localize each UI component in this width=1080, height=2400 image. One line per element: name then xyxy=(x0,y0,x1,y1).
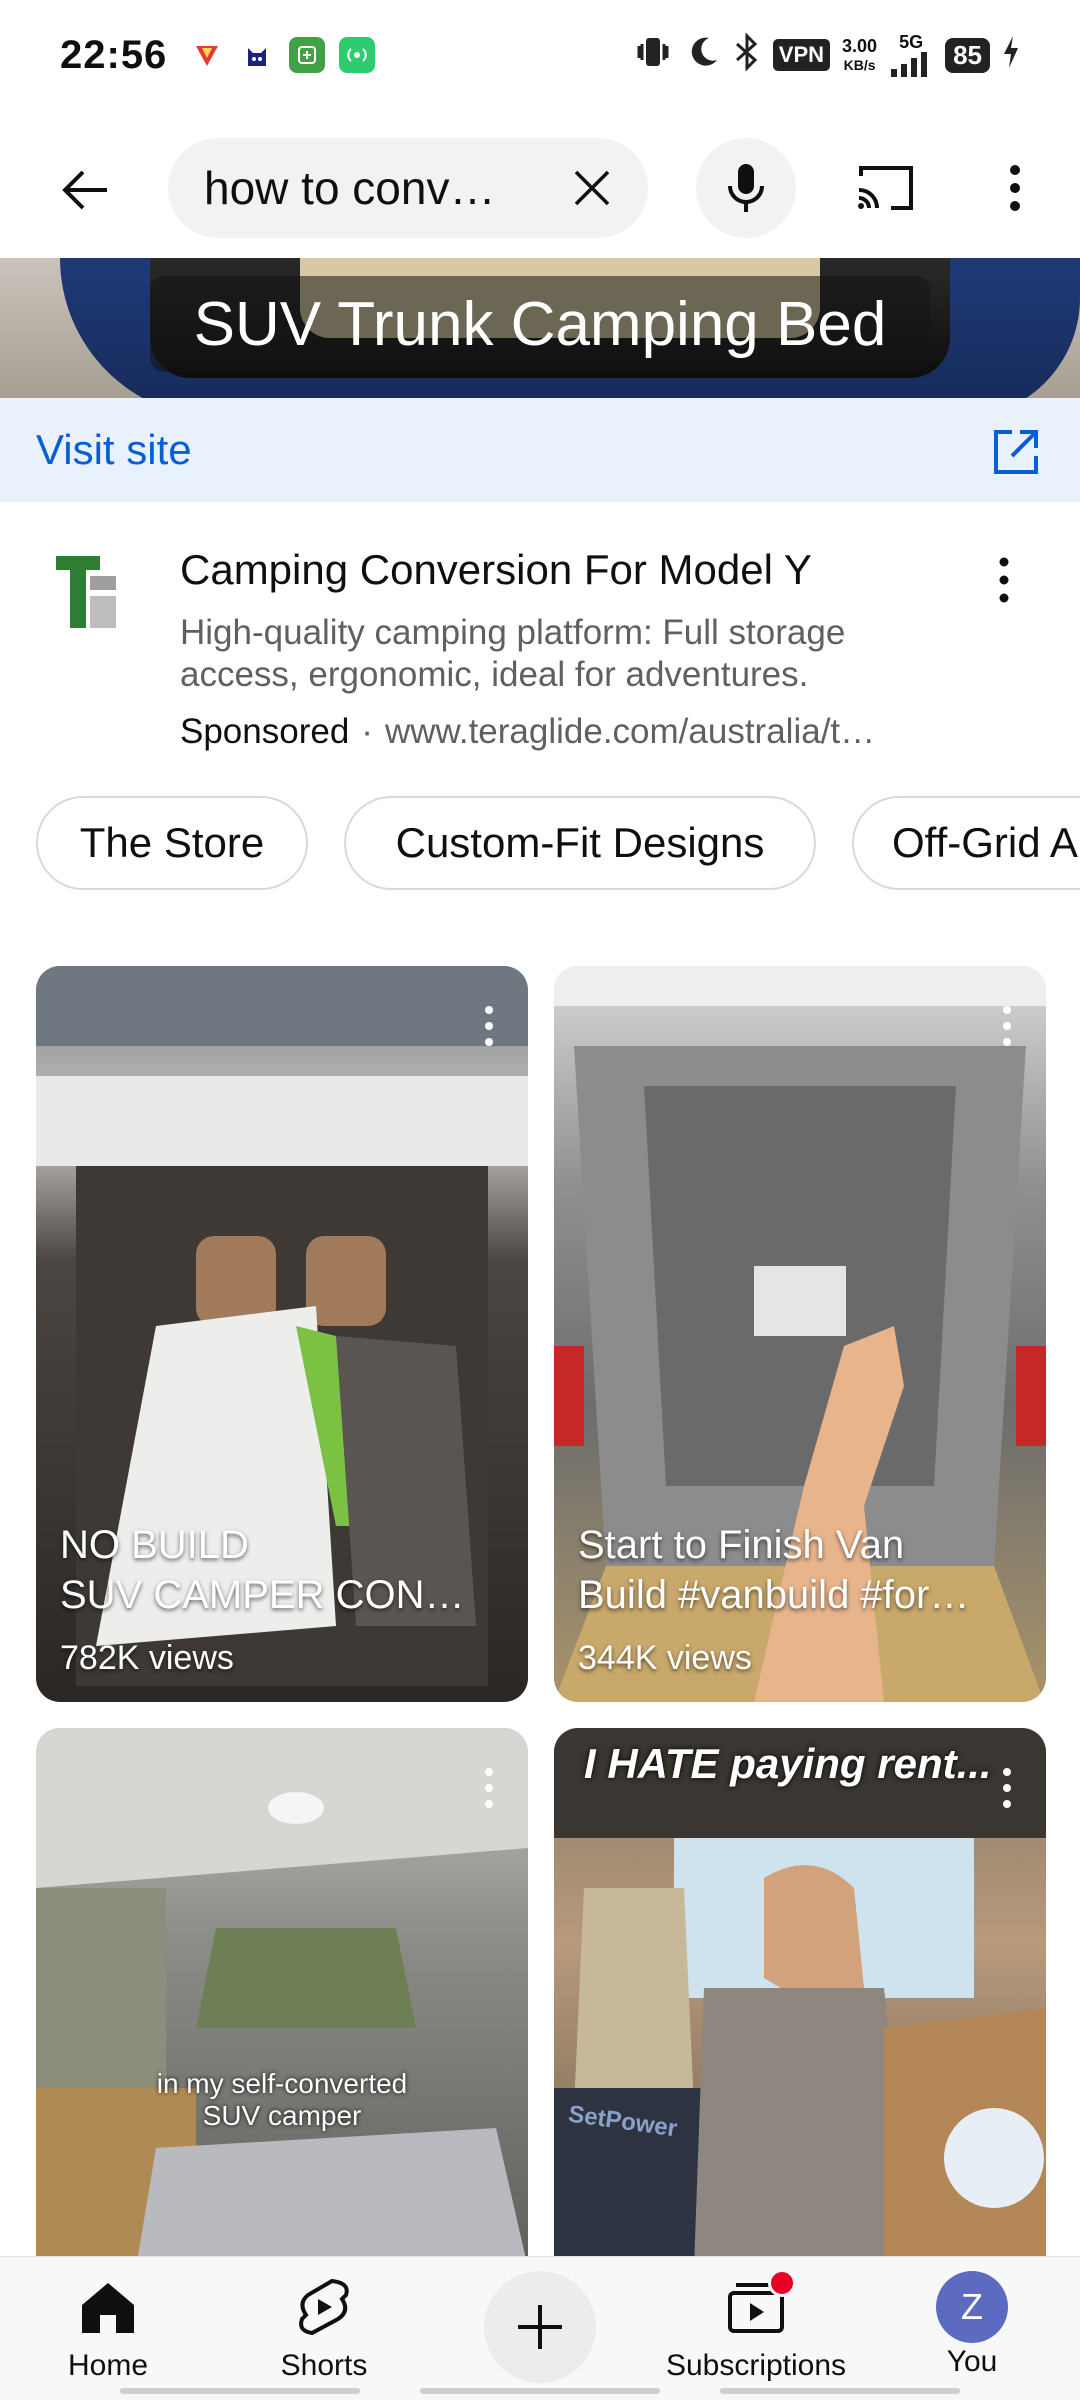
gesture-bar xyxy=(0,2388,1080,2394)
video-more-options-button[interactable] xyxy=(992,996,1022,1056)
visit-site-button[interactable]: Visit site xyxy=(0,398,1080,502)
status-bar: 22:56 VPN 3.00 KB/s 5G 85 xyxy=(0,0,1080,110)
nav-subscriptions-label: Subscriptions xyxy=(665,2349,847,2382)
plus-icon xyxy=(518,2305,562,2349)
search-query[interactable]: how to conv… xyxy=(204,161,534,215)
nav-shorts[interactable]: Shorts xyxy=(234,2267,414,2397)
moon-icon xyxy=(685,34,721,77)
video-title: Start to Finish Van Build #vanbuild #for… xyxy=(578,1520,1018,1620)
vpn-badge: VPN xyxy=(772,39,831,71)
more-options-button[interactable] xyxy=(990,152,1040,224)
nav-home[interactable]: Home xyxy=(18,2267,198,2397)
home-icon xyxy=(68,2267,148,2347)
video-title-line1: NO BUILD xyxy=(60,1523,249,1567)
nav-you[interactable]: Z You xyxy=(882,2267,1062,2397)
bottom-navigation: Home Shorts Subscriptions Z You xyxy=(0,2256,1080,2400)
battery-level: 85 xyxy=(945,37,990,73)
video-more-options-button[interactable] xyxy=(474,996,504,1056)
short-video-card[interactable]: NO BUILD SUV CAMPER CON… 782K views xyxy=(36,966,528,1702)
ad-info[interactable]: Camping Conversion For Model Y High-qual… xyxy=(0,502,1080,772)
overlay-line2: SUV camper xyxy=(202,2100,362,2131)
video-title-line2: Build #vanbuild #for… xyxy=(578,1573,970,1617)
advertiser-logo[interactable] xyxy=(52,552,122,632)
ad-title[interactable]: Camping Conversion For Model Y xyxy=(180,546,812,594)
more-vertical-icon xyxy=(999,557,1009,603)
network-type: 5G xyxy=(899,32,924,52)
more-vertical-icon xyxy=(1003,1768,1011,1808)
status-time: 22:56 xyxy=(60,32,168,77)
broadcast-icon xyxy=(339,37,376,73)
more-vertical-icon xyxy=(485,1768,493,1808)
cast-button[interactable] xyxy=(846,152,926,224)
separator-dot: · xyxy=(361,712,373,751)
overlay-line1: in my self-converted xyxy=(156,2068,408,2099)
status-indicators: VPN 3.00 KB/s 5G 85 xyxy=(633,31,1020,79)
avatar: Z xyxy=(936,2271,1008,2343)
video-overlay-title: I HATE paying rent... xyxy=(584,1740,992,1787)
notification-icons xyxy=(189,37,376,73)
nav-you-label: You xyxy=(946,2345,998,2378)
speed-unit: KB/s xyxy=(843,56,876,73)
vibrate-icon xyxy=(633,32,673,79)
ad-meta: Sponsored · www.teraglide.com/australia/t… xyxy=(180,712,875,752)
chip-custom-fit-designs[interactable]: Custom-Fit Designs xyxy=(344,796,816,890)
clear-search-button[interactable] xyxy=(566,162,618,214)
signal-indicator: 5G xyxy=(889,33,933,77)
visit-site-label: Visit site xyxy=(36,426,192,473)
more-vertical-icon xyxy=(485,1006,493,1046)
video-title-line2: SUV CAMPER CON… xyxy=(60,1573,465,1617)
nav-shorts-label: Shorts xyxy=(280,2349,368,2382)
chip-off-grid[interactable]: Off-Grid A xyxy=(852,796,1080,890)
search-input[interactable]: how to conv… xyxy=(168,138,648,238)
short-video-card[interactable]: in my self-converted SUV camper xyxy=(36,1728,528,2268)
video-title-line1: Start to Finish Van xyxy=(578,1523,905,1567)
shorts-icon xyxy=(284,2267,364,2347)
signal-bars-icon xyxy=(891,52,928,77)
back-button[interactable] xyxy=(50,155,120,225)
voice-search-button[interactable] xyxy=(696,138,796,238)
video-thumbnail xyxy=(36,1728,528,2268)
back-arrow-icon xyxy=(62,170,107,210)
ad-banner-image[interactable]: SUV Trunk Camping Bed xyxy=(0,258,1080,398)
video-title: NO BUILD SUV CAMPER CON… xyxy=(60,1520,500,1620)
more-vertical-icon xyxy=(1010,165,1020,211)
charging-icon xyxy=(1002,34,1020,77)
ad-banner-title: SUV Trunk Camping Bed xyxy=(150,276,930,372)
external-link-icon xyxy=(994,430,1038,474)
search-header: how to conv… xyxy=(0,130,1080,250)
nav-subscriptions[interactable]: Subscriptions xyxy=(666,2267,846,2397)
app-notification-icon xyxy=(189,37,226,73)
short-video-card[interactable]: I HATE paying rent... SetPower xyxy=(554,1728,1046,2268)
sponsored-label: Sponsored xyxy=(180,712,350,751)
bluetooth-icon xyxy=(733,31,761,79)
video-more-options-button[interactable] xyxy=(474,1758,504,1818)
short-video-card[interactable]: Start to Finish Van Build #vanbuild #for… xyxy=(554,966,1046,1702)
more-vertical-icon xyxy=(1003,1006,1011,1046)
network-speed: 3.00 KB/s xyxy=(842,37,877,74)
close-icon xyxy=(574,170,610,206)
video-thumbnail xyxy=(554,1728,1046,2268)
video-views: 782K views xyxy=(60,1639,234,1677)
subscriptions-icon xyxy=(716,2267,796,2347)
notification-dot xyxy=(768,2269,796,2297)
cast-icon xyxy=(858,166,913,210)
video-views: 344K views xyxy=(578,1639,752,1677)
ad-more-options-button[interactable] xyxy=(984,550,1024,610)
microphone-icon xyxy=(728,164,764,212)
ad-url[interactable]: www.teraglide.com/australia/t… xyxy=(385,712,875,751)
ad-description: High-quality camping platform: Full stor… xyxy=(180,613,846,694)
video-more-options-button[interactable] xyxy=(992,1758,1022,1818)
ad-sitelink-chips: The Store Custom-Fit Designs Off-Grid A xyxy=(0,796,1080,892)
speed-value: 3.00 xyxy=(842,35,878,56)
chip-the-store[interactable]: The Store xyxy=(36,796,308,890)
nav-home-label: Home xyxy=(67,2349,149,2382)
create-button[interactable] xyxy=(484,2271,596,2383)
video-overlay-text: in my self-converted SUV camper xyxy=(36,2068,528,2132)
green-app-icon xyxy=(289,37,326,73)
cat-app-icon xyxy=(239,37,276,73)
